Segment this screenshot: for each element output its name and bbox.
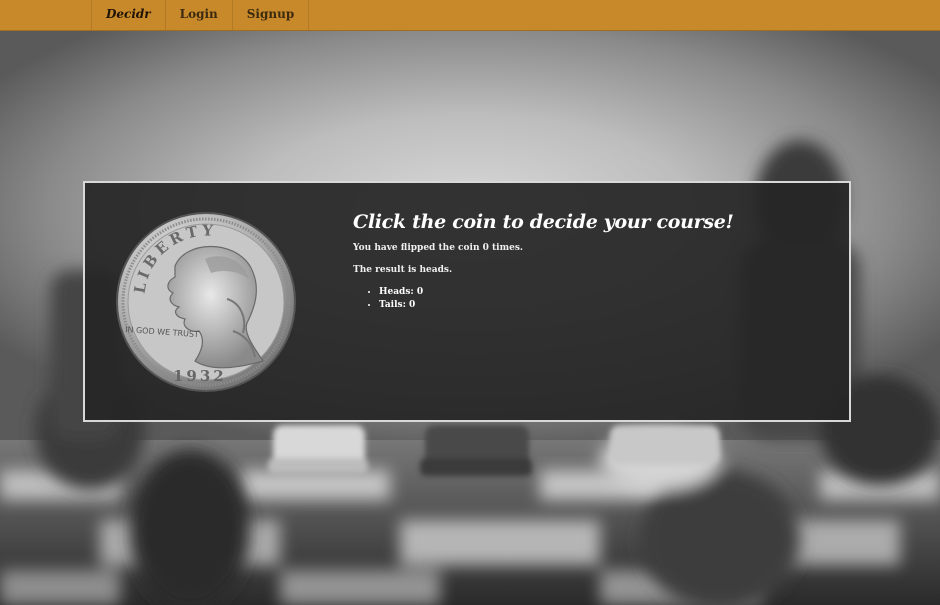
- coin-flip-content: Click the coin to decide your course! Yo…: [353, 211, 734, 313]
- nav-items: Decidr Login Signup: [91, 0, 310, 30]
- tally-list: Heads: 0 Tails: 0: [353, 287, 734, 310]
- flip-count-text: You have flipped the coin 0 times.: [353, 243, 524, 253]
- nav-login-link[interactable]: Login: [164, 0, 232, 30]
- brand-link[interactable]: Decidr: [91, 0, 165, 30]
- coin-year-text: 1932: [173, 367, 227, 385]
- heads-count-item: Heads: 0: [379, 287, 734, 297]
- quarter-coin-icon[interactable]: LIBERTY IN GOD WE TRUST 1932: [115, 211, 297, 393]
- nav-signup-link[interactable]: Signup: [231, 0, 310, 30]
- top-navbar: Decidr Login Signup: [0, 0, 940, 31]
- svg-text:1932: 1932: [173, 367, 227, 385]
- tails-count-item: Tails: 0: [379, 300, 734, 310]
- page-title: Click the coin to decide your course!: [353, 211, 734, 233]
- coin-flip-panel: LIBERTY IN GOD WE TRUST 1932 Click the c…: [83, 181, 851, 422]
- result-text: The result is heads.: [353, 265, 453, 275]
